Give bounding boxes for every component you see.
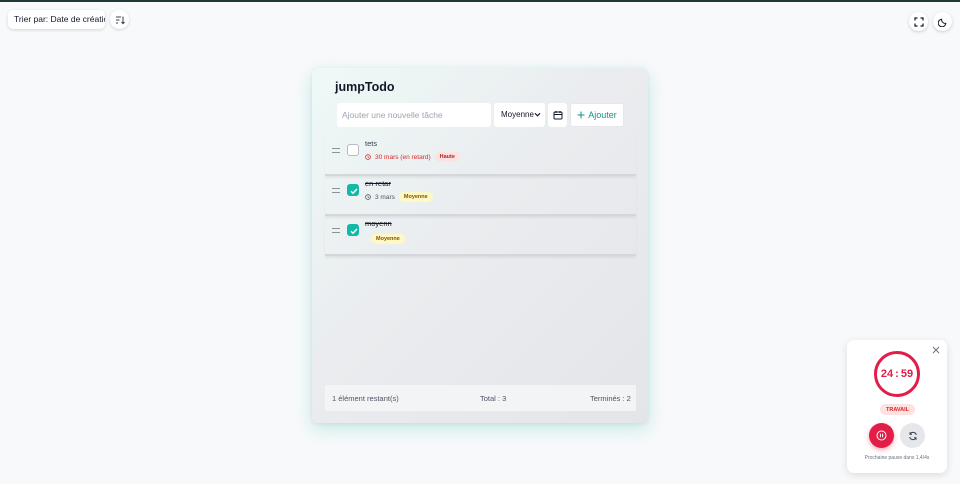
task-meta: 3 mars Moyenne (365, 192, 433, 202)
timer-display: 24 : 59 (873, 350, 921, 398)
add-task-label: Ajouter (588, 110, 617, 120)
sort-select[interactable]: Trier par: Date de création . (8, 10, 105, 29)
task-checkbox[interactable] (347, 144, 359, 156)
check-icon (350, 228, 358, 235)
drag-handle-icon[interactable] (332, 228, 340, 233)
remaining-count: 1 élément restant(s) (332, 394, 399, 403)
priority-select[interactable]: Moyenne (494, 103, 545, 127)
task-checkbox[interactable] (347, 184, 359, 196)
task-item[interactable]: tets 30 mars (en retard) Haute (325, 136, 636, 176)
app-title: jumpTodo (335, 80, 395, 94)
sort-select-label: Trier par: Date de création . (14, 14, 105, 24)
plus-icon (577, 111, 585, 119)
task-title[interactable]: moyenn (365, 219, 392, 228)
calendar-icon (553, 111, 562, 120)
check-icon (350, 188, 358, 195)
task-title[interactable]: tets (365, 139, 377, 148)
pomodoro-widget: 24 : 59 TRAVAIL Prochaine pause dans 1,4… (847, 340, 947, 473)
timer-minutes: 24 (880, 368, 894, 380)
pause-icon (876, 430, 887, 441)
fullscreen-button[interactable] (909, 12, 928, 31)
next-break-text: Prochaine pause dans 1,4/4s (864, 455, 930, 461)
drag-handle-icon[interactable] (332, 148, 340, 153)
task-due-date: 3 mars (375, 193, 395, 201)
add-task-button[interactable]: Ajouter (570, 103, 624, 127)
fullscreen-icon (913, 16, 924, 27)
task-due-date: 30 mars (en retard) (375, 153, 431, 161)
sort-direction-icon (115, 15, 125, 24)
moon-icon (937, 18, 946, 27)
timer-seconds: 59 (900, 368, 914, 380)
sort-direction-button[interactable] (110, 10, 129, 29)
task-item[interactable]: moyenn Moyenne (325, 216, 636, 256)
priority-badge: Haute (434, 152, 460, 162)
drag-handle-icon[interactable] (332, 188, 340, 193)
task-item[interactable]: en retar 3 mars Moyenne (325, 176, 636, 216)
clock-icon (365, 154, 371, 160)
priority-select-value: Moyenne (501, 110, 534, 119)
priority-badge: Moyenne (371, 234, 405, 244)
task-list: tets 30 mars (en retard) Haute en retar (325, 136, 636, 256)
timer-mode-badge: TRAVAIL (880, 404, 915, 415)
card-footer: 1 élément restant(s) Total : 3 Terminés … (325, 385, 636, 411)
close-icon[interactable] (932, 346, 940, 354)
todo-card: jumpTodo Moyenne Ajouter tets (312, 68, 648, 423)
task-title[interactable]: en retar (365, 179, 391, 188)
theme-toggle-button[interactable] (933, 12, 952, 31)
clock-icon (365, 194, 371, 200)
timer-separator: : (895, 368, 899, 380)
pause-button[interactable] (869, 423, 894, 448)
done-count: Terminés : 2 (590, 394, 631, 403)
chevron-down-icon (534, 112, 541, 117)
total-count: Total : 3 (480, 394, 507, 403)
task-meta: Moyenne (371, 234, 405, 244)
reset-icon (908, 431, 917, 440)
task-checkbox[interactable] (347, 224, 359, 236)
due-date-button[interactable] (548, 103, 567, 127)
reset-button[interactable] (900, 423, 925, 448)
new-task-input[interactable] (337, 103, 491, 127)
task-meta: 30 mars (en retard) Haute (365, 152, 460, 162)
priority-badge: Moyenne (398, 192, 433, 202)
